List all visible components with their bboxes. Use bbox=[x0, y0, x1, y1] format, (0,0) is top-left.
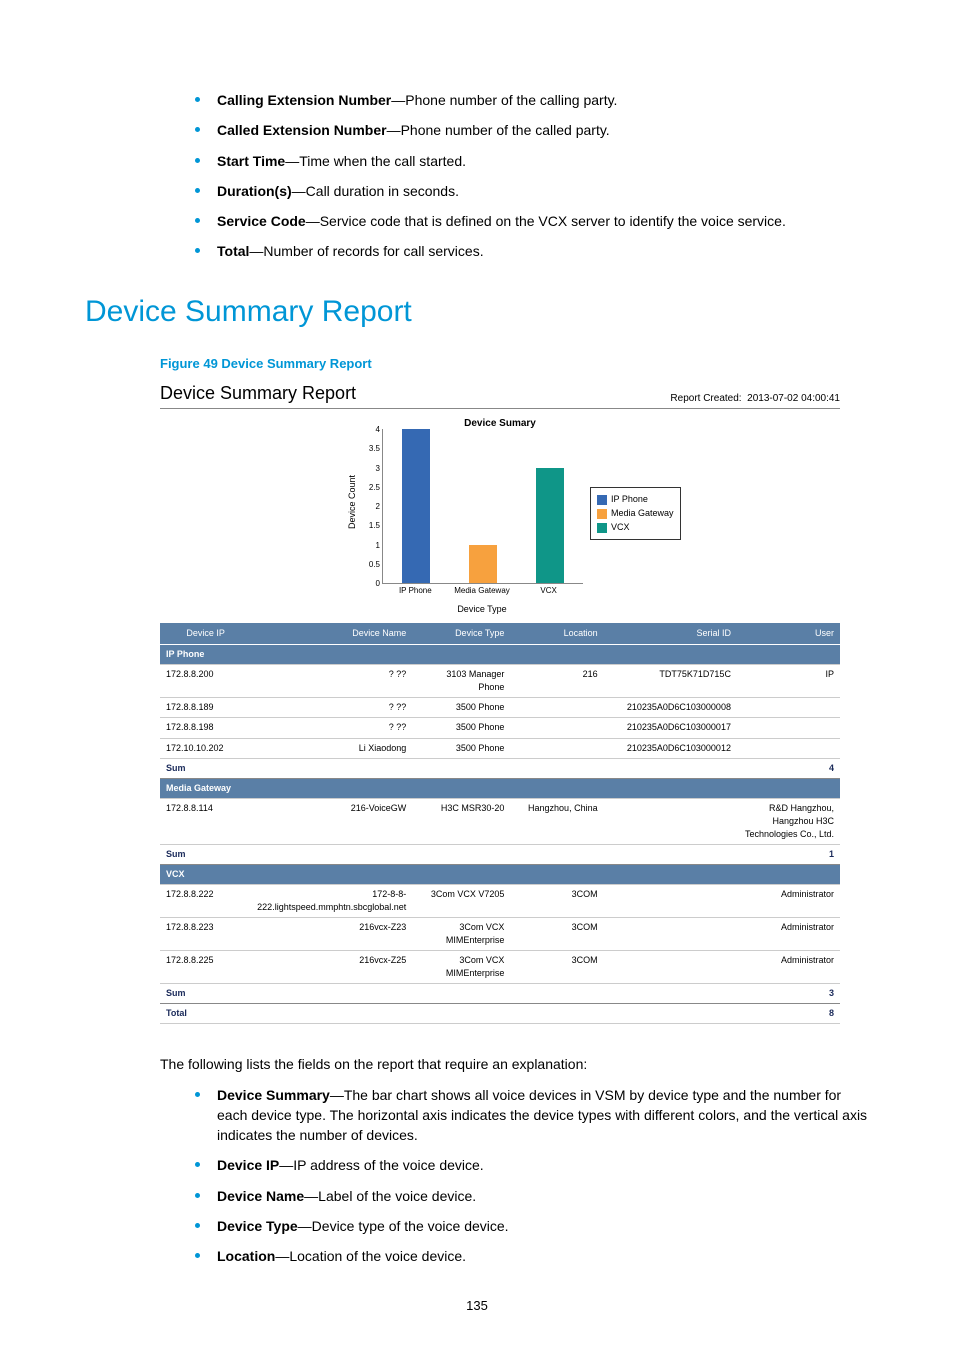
col-header: Device Type bbox=[412, 623, 510, 645]
field-item: Start Time—Time when the call started. bbox=[195, 151, 869, 171]
col-header: Device IP bbox=[160, 623, 251, 645]
section-heading: Device Summary Report bbox=[85, 290, 869, 334]
bar-media-gateway bbox=[469, 545, 497, 584]
report-created: Report Created: 2013-07-02 04:00:41 bbox=[670, 392, 840, 407]
page-number: 135 bbox=[85, 1297, 869, 1316]
group-header: IP Phone bbox=[160, 645, 840, 665]
table-row: 172.8.8.223216vcx-Z233Com VCX MIMEnterpr… bbox=[160, 917, 840, 950]
field-item: Device Type—Device type of the voice dev… bbox=[195, 1216, 869, 1236]
top-field-list: Calling Extension Number—Phone number of… bbox=[195, 90, 869, 262]
col-header: Device Name bbox=[251, 623, 412, 645]
field-item: Location—Location of the voice device. bbox=[195, 1246, 869, 1266]
device-table: Device IPDevice NameDevice TypeLocationS… bbox=[160, 623, 840, 1024]
field-item: Device Summary—The bar chart shows all v… bbox=[195, 1085, 869, 1146]
figure-caption: Figure 49 Device Summary Report bbox=[160, 355, 869, 374]
chart-legend: IP PhoneMedia GatewayVCX bbox=[590, 487, 681, 540]
col-header: User bbox=[737, 623, 840, 645]
table-row: 172.8.8.114216-VoiceGWH3C MSR30-20Hangzh… bbox=[160, 798, 840, 844]
x-axis-label: Device Type bbox=[382, 603, 582, 616]
field-item: Total—Number of records for call service… bbox=[195, 241, 869, 261]
bar-vcx bbox=[536, 468, 564, 584]
field-item: Duration(s)—Call duration in seconds. bbox=[195, 181, 869, 201]
table-row: 172.10.10.202Li Xiaodong3500 Phone210235… bbox=[160, 738, 840, 758]
field-item: Device IP—IP address of the voice device… bbox=[195, 1155, 869, 1175]
device-summary-chart: Device Sumary Device Count 00.511.522.53… bbox=[160, 417, 840, 617]
bar-ip-phone bbox=[402, 429, 430, 583]
col-header: Serial ID bbox=[604, 623, 737, 645]
report-title: Device Summary Report bbox=[160, 380, 356, 406]
field-item: Service Code—Service code that is define… bbox=[195, 211, 869, 231]
field-item: Called Extension Number—Phone number of … bbox=[195, 120, 869, 140]
table-row: 172.8.8.225216vcx-Z253Com VCX MIMEnterpr… bbox=[160, 951, 840, 984]
field-item: Calling Extension Number—Phone number of… bbox=[195, 90, 869, 110]
field-item: Device Name—Label of the voice device. bbox=[195, 1186, 869, 1206]
bottom-field-list: Device Summary—The bar chart shows all v… bbox=[195, 1085, 869, 1267]
table-row: 172.8.8.222172-8-8-222.lightspeed.mmphtn… bbox=[160, 884, 840, 917]
col-header: Location bbox=[510, 623, 603, 645]
group-header: VCX bbox=[160, 864, 840, 884]
report-figure: Device Summary Report Report Created: 20… bbox=[160, 380, 840, 1024]
table-row: 172.8.8.198? ??3500 Phone210235A0D6C1030… bbox=[160, 718, 840, 738]
group-header: Media Gateway bbox=[160, 778, 840, 798]
table-row: 172.8.8.200? ??3103 Manager Phone216TDT7… bbox=[160, 665, 840, 698]
explain-intro: The following lists the fields on the re… bbox=[160, 1054, 869, 1074]
table-row: 172.8.8.189? ??3500 Phone210235A0D6C1030… bbox=[160, 698, 840, 718]
